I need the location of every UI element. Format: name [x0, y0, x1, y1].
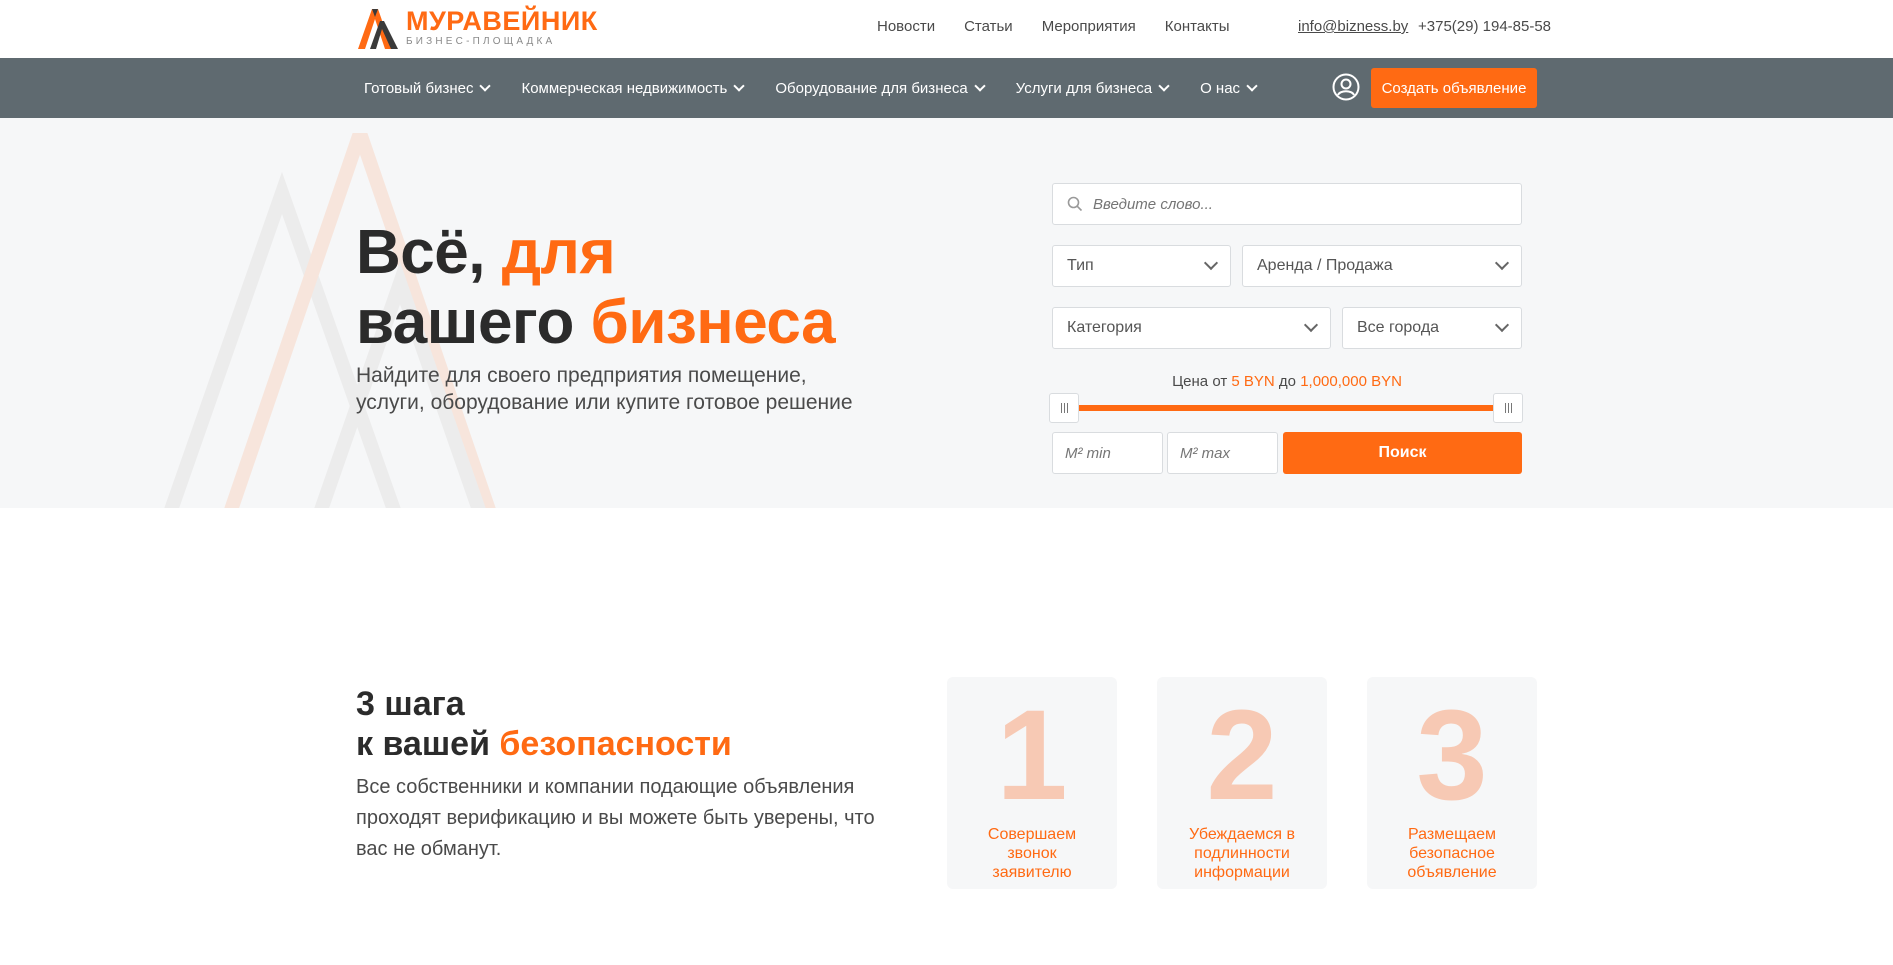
price-from-word: от — [1212, 373, 1228, 390]
category-select-value: Категория — [1067, 319, 1142, 336]
chevron-down-icon — [733, 79, 746, 92]
step-number: 3 — [1416, 684, 1488, 827]
nav-commercial-realty[interactable]: Коммерческая недвижимость — [521, 79, 746, 97]
nav-item-label: Коммерческая недвижимость — [521, 79, 728, 97]
logo-text: МУРАВЕЙНИК БИЗНЕС-ПЛОЩАДКА — [406, 7, 598, 48]
hero-title: Всё, для вашего бизнеса — [356, 218, 836, 358]
hero-title-part: Всё, — [356, 218, 502, 287]
search-icon — [1067, 196, 1083, 212]
nav-ready-business[interactable]: Готовый бизнес — [364, 79, 492, 97]
price-max-value: 1,000,000 BYN — [1300, 373, 1402, 390]
step-card-1: 1 Совершаем звонок заявителю — [947, 677, 1117, 889]
grip-icon — [1060, 403, 1068, 413]
step-card-3: 3 Размещаем безопасное объявление — [1367, 677, 1537, 889]
steps-title-part: к вашей — [356, 725, 500, 763]
nav-item-label: Оборудование для бизнеса — [775, 79, 968, 97]
price-slider-min-handle[interactable] — [1049, 393, 1079, 423]
nav-item-label: Готовый бизнес — [364, 79, 474, 97]
hero-subtitle: Найдите для своего предприятия помещение… — [356, 364, 853, 414]
chevron-down-icon — [1158, 79, 1170, 92]
nav-equipment[interactable]: Оборудование для бизнеса — [775, 79, 986, 97]
chevron-down-icon — [1494, 255, 1510, 271]
area-max-field[interactable] — [1167, 432, 1278, 474]
nav-about[interactable]: О нас — [1200, 79, 1258, 97]
contact-phone[interactable]: +375(29) 194-85-58 — [1418, 18, 1551, 35]
type-select[interactable]: Тип — [1052, 245, 1231, 287]
steps-title: 3 шага к вашей безопасности — [356, 684, 732, 764]
top-nav-articles[interactable]: Статьи — [964, 18, 1013, 35]
user-circle-icon[interactable] — [1332, 73, 1360, 101]
nav-services[interactable]: Услуги для бизнеса — [1015, 79, 1170, 97]
nav-item-label: Услуги для бизнеса — [1015, 79, 1153, 97]
chevron-down-icon — [1203, 255, 1219, 271]
steps-title-line1: 3 шага — [356, 685, 465, 723]
area-max-input[interactable] — [1180, 444, 1270, 462]
category-select[interactable]: Категория — [1052, 307, 1331, 349]
hero-title-part: вашего — [356, 288, 591, 357]
step-text: Размещаем безопасное объявление — [1407, 826, 1497, 881]
steps-description: Все собственники и компании подающие объ… — [356, 776, 875, 860]
chevron-down-icon — [1494, 317, 1510, 333]
logo-tagline: БИЗНЕС-ПЛОЩАДКА — [406, 35, 556, 47]
deal-select-value: Аренда / Продажа — [1257, 257, 1393, 274]
chevron-down-icon — [974, 79, 986, 92]
logo-name: МУРАВЕЙНИК — [406, 5, 598, 36]
top-header: МУРАВЕЙНИК БИЗНЕС-ПЛОЩАДКА Новости Стать… — [0, 0, 1893, 58]
search-button[interactable]: Поиск — [1283, 432, 1522, 474]
price-prefix: Цена — [1172, 373, 1209, 390]
hero-title-accent: бизнеса — [590, 288, 836, 357]
price-min-value: 5 BYN — [1231, 373, 1275, 390]
city-select[interactable]: Все города — [1342, 307, 1522, 349]
chevron-down-icon — [1246, 79, 1258, 92]
top-nav-contacts[interactable]: Контакты — [1165, 18, 1230, 35]
city-select-value: Все города — [1357, 319, 1440, 336]
price-slider-track[interactable] — [1064, 405, 1510, 411]
top-nav-news[interactable]: Новости — [877, 18, 935, 35]
price-range-label: Цена от 5 BYN до 1,000,000 BYN — [1052, 373, 1522, 390]
area-min-field[interactable] — [1052, 432, 1163, 474]
deal-select[interactable]: Аренда / Продажа — [1242, 245, 1522, 287]
main-nav: Готовый бизнес Коммерческая недвижимость… — [0, 58, 1893, 118]
steps-title-accent: безопасности — [499, 725, 732, 763]
step-number: 1 — [996, 684, 1068, 827]
price-slider-max-handle[interactable] — [1493, 393, 1523, 423]
hero-title-accent: для — [501, 218, 616, 287]
step-number: 2 — [1206, 684, 1278, 827]
grip-icon — [1504, 403, 1512, 413]
step-text: Убеждаемся в подлинности информации — [1189, 826, 1295, 881]
nav-item-label: О нас — [1200, 79, 1241, 97]
hero-section: Всё, для вашего бизнеса Найдите для свое… — [0, 118, 1893, 508]
top-nav: Новости Статьи Мероприятия Контакты — [877, 18, 1230, 35]
chevron-down-icon — [479, 79, 492, 92]
contact-email-link[interactable]: info@bizness.by — [1298, 18, 1408, 35]
area-min-input[interactable] — [1065, 444, 1155, 462]
search-input[interactable] — [1093, 195, 1493, 213]
top-nav-events[interactable]: Мероприятия — [1042, 18, 1136, 35]
chevron-down-icon — [1303, 317, 1319, 333]
step-card-2: 2 Убеждаемся в подлинности информации — [1157, 677, 1327, 889]
logo-ant-icon — [358, 9, 398, 49]
type-select-value: Тип — [1067, 257, 1094, 274]
site-logo[interactable]: МУРАВЕЙНИК БИЗНЕС-ПЛОЩАДКА — [356, 5, 598, 49]
main-nav-items: Готовый бизнес Коммерческая недвижимость… — [364, 58, 1258, 118]
price-to-word: до — [1278, 373, 1297, 390]
create-listing-button[interactable]: Создать объявление — [1371, 68, 1537, 108]
step-text: Совершаем звонок заявителю — [987, 826, 1077, 881]
search-box[interactable] — [1052, 183, 1522, 225]
